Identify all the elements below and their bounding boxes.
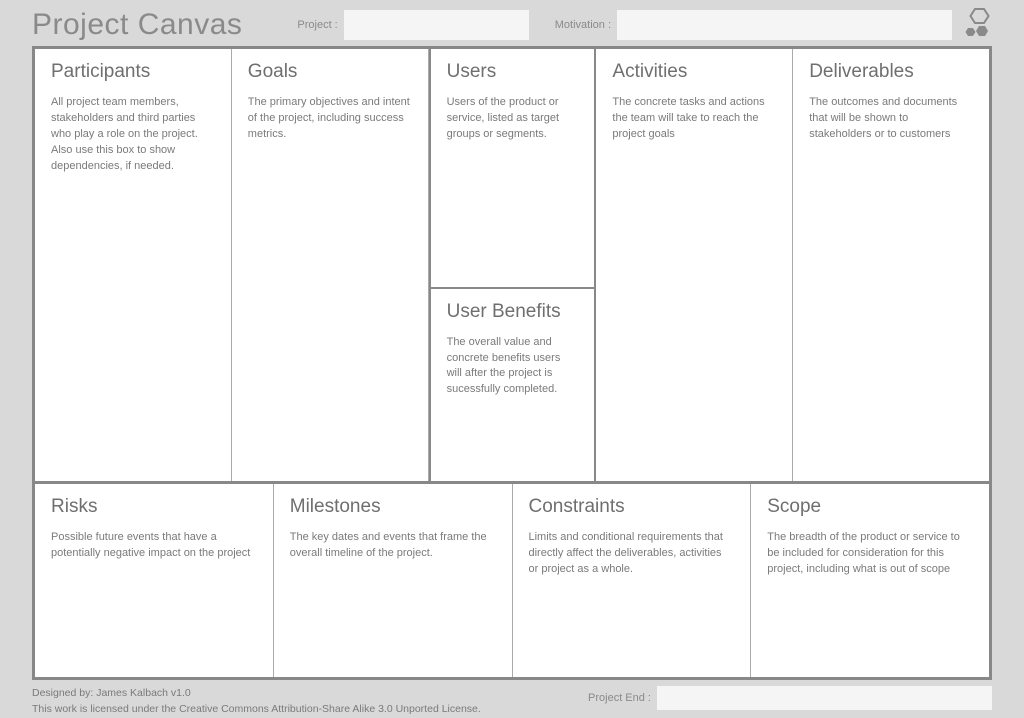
cell-deliverables: Deliverables The outcomes and documents … [793, 49, 989, 481]
cell-desc: All project team members, stakeholders a… [51, 95, 215, 175]
cell-participants: Participants All project team members, s… [35, 49, 232, 481]
cell-users: Users Users of the product or service, l… [431, 49, 595, 287]
cell-desc: The key dates and events that frame the … [290, 530, 496, 562]
cell-title: Milestones [290, 496, 496, 518]
cell-title: Deliverables [809, 61, 973, 83]
cell-desc: The breadth of the product or service to… [767, 530, 973, 578]
cell-title: Goals [248, 61, 412, 83]
footer-credit: Designed by: James Kalbach v1.0 [32, 686, 588, 702]
cell-title: Risks [51, 496, 257, 518]
cell-desc: Users of the product or service, listed … [447, 95, 579, 143]
footer-license: This work is licensed under the Creative… [32, 702, 588, 718]
project-end-label: Project End : [588, 692, 651, 704]
cell-title: Constraints [529, 496, 735, 518]
cell-desc: The overall value and concrete benefits … [447, 335, 579, 399]
motivation-input[interactable] [617, 10, 952, 40]
cell-activities: Activities The concrete tasks and action… [596, 49, 793, 481]
cell-title: Users [447, 61, 579, 83]
canvas: Participants All project team members, s… [32, 46, 992, 680]
cell-milestones: Milestones The key dates and events that… [274, 484, 513, 677]
cell-desc: The outcomes and documents that will be … [809, 95, 973, 143]
page-title: Project Canvas [32, 8, 242, 42]
cell-scope: Scope The breadth of the product or serv… [751, 484, 989, 677]
cell-user-benefits: User Benefits The overall value and conc… [431, 287, 595, 481]
cell-constraints: Constraints Limits and conditional requi… [513, 484, 752, 677]
cell-goals: Goals The primary objectives and intent … [232, 49, 429, 481]
cell-desc: The concrete tasks and actions the team … [612, 95, 776, 143]
cell-title: User Benefits [447, 301, 579, 323]
project-input[interactable] [344, 10, 529, 40]
cell-risks: Risks Possible future events that have a… [35, 484, 274, 677]
cell-desc: The primary objectives and intent of the… [248, 95, 412, 143]
project-end-input[interactable] [657, 686, 992, 710]
cell-desc: Possible future events that have a poten… [51, 530, 257, 562]
cell-title: Scope [767, 496, 973, 518]
project-label: Project : [297, 19, 337, 31]
cell-title: Activities [612, 61, 776, 83]
hexagon-logo-icon [964, 8, 992, 42]
cell-users-group: Users Users of the product or service, l… [429, 49, 597, 481]
motivation-label: Motivation : [555, 19, 611, 31]
cell-desc: Limits and conditional requirements that… [529, 530, 735, 578]
cell-title: Participants [51, 61, 215, 83]
